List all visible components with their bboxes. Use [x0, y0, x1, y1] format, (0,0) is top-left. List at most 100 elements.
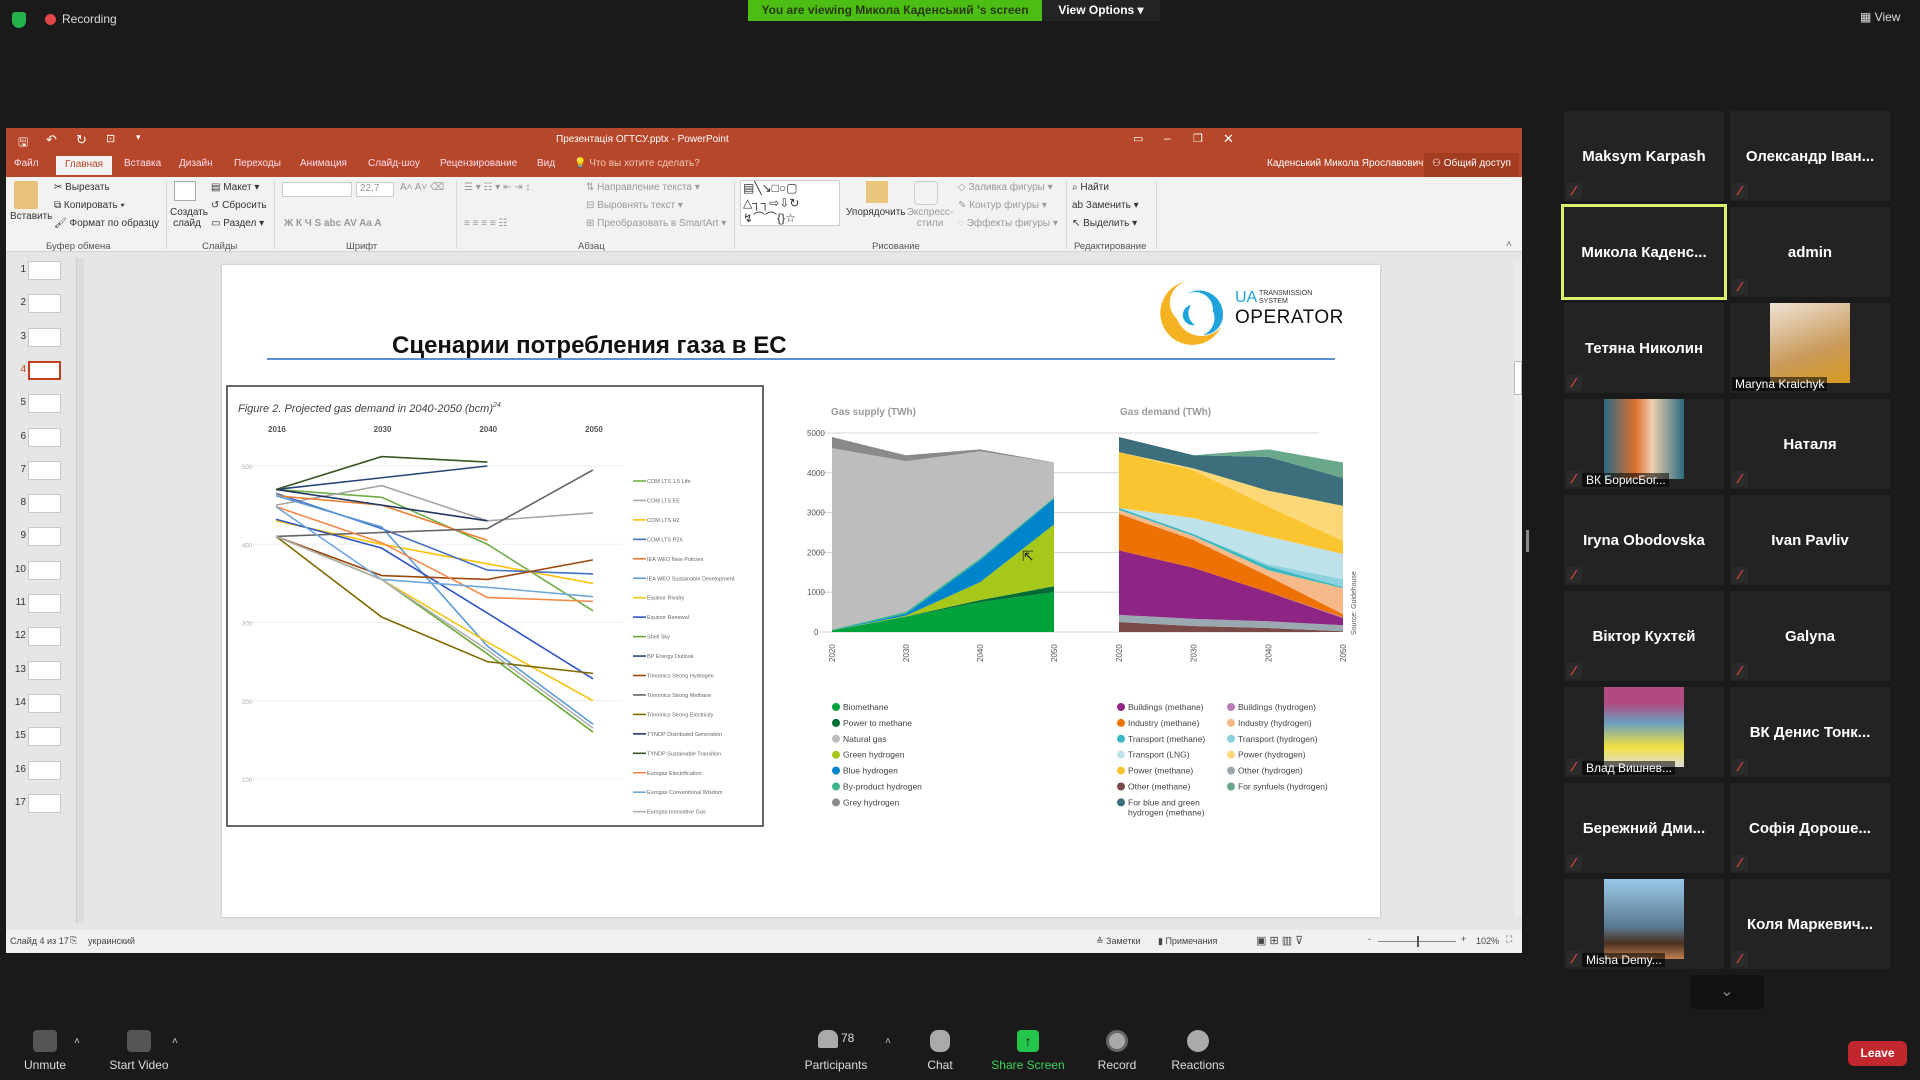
participant-tile[interactable]: Galyna ⁄ — [1730, 591, 1890, 681]
thumbnails-scrollbar[interactable] — [76, 258, 84, 923]
close-icon[interactable]: ✕ — [1223, 131, 1234, 147]
participant-tile[interactable]: Влад Вишнев... ⁄ — [1564, 687, 1724, 777]
paste-button[interactable]: Вставить — [10, 211, 52, 222]
participants-button[interactable]: 78 Participants — [800, 1030, 872, 1072]
tab-view[interactable]: Вид — [537, 158, 555, 169]
arrange-icon[interactable] — [866, 181, 888, 203]
save-icon[interactable]: 🖫 — [18, 133, 28, 154]
participant-tile[interactable]: Iryna Obodovska ⁄ — [1564, 495, 1724, 585]
tab-transitions[interactable]: Переходы — [234, 158, 281, 169]
slide-thumbnail[interactable] — [28, 494, 61, 514]
cut-button[interactable]: ✂ Вырезать — [54, 182, 110, 193]
participant-tile[interactable]: Олександр Іван... ⁄ — [1730, 111, 1890, 201]
share-screen-button[interactable]: ↑ Share Screen — [990, 1030, 1066, 1072]
slide-thumbnail[interactable] — [28, 793, 61, 813]
slide-thumbnail[interactable] — [28, 660, 61, 680]
view-button[interactable]: ▦ View — [1860, 10, 1900, 24]
notes-button[interactable]: ≙ Заметки — [1096, 936, 1140, 947]
participant-tile[interactable]: admin ⁄ — [1730, 207, 1890, 297]
spellcheck-icon[interactable]: ⎘ — [70, 935, 77, 946]
view-options-button[interactable]: View Options ▾ — [1042, 0, 1160, 21]
participant-tile[interactable]: ВК Денис Тонк... ⁄ — [1730, 687, 1890, 777]
view-mode-icons[interactable]: ▣ ⊞ ▥ ⊽ — [1256, 934, 1303, 947]
vertical-scrollbar[interactable] — [1514, 261, 1522, 916]
slide-thumbnail[interactable] — [28, 427, 61, 447]
participant-tile[interactable]: Микола Каденс... — [1561, 204, 1727, 300]
font-size-input[interactable]: 22,7 — [356, 182, 394, 197]
slide-thumbnail[interactable] — [28, 294, 61, 314]
collapse-ribbon-icon[interactable]: ˄ — [1506, 239, 1512, 250]
shape-effects-button[interactable]: ◌ Эффекты фигуры ▾ — [958, 218, 1058, 229]
zoom-slider[interactable] — [1378, 936, 1456, 947]
fit-slide-icon[interactable]: ⛶ — [1506, 934, 1512, 945]
redo-icon[interactable]: ↻ — [76, 132, 87, 148]
new-slide-icon[interactable] — [174, 181, 196, 201]
tab-file[interactable]: Файл — [14, 158, 39, 169]
slide-thumbnail[interactable] — [28, 360, 61, 380]
participant-tile[interactable]: Maksym Karpash ⁄ — [1564, 111, 1724, 201]
recording-indicator[interactable]: Recording — [45, 12, 117, 26]
participants-caret[interactable]: ˄ — [885, 1036, 891, 1047]
gallery-next-page-button[interactable]: ⌄ — [1690, 975, 1764, 1009]
tab-slideshow[interactable]: Слайд-шоу — [368, 158, 420, 169]
quick-styles-button[interactable]: Экспресс-стили — [906, 207, 954, 229]
zoom-out-icon[interactable]: - — [1368, 934, 1371, 944]
section-button[interactable]: ▭ Раздел ▾ — [211, 218, 264, 229]
select-button[interactable]: ↖ Выделить ▾ — [1072, 218, 1137, 229]
participant-tile[interactable]: Наталя ⁄ — [1730, 399, 1890, 489]
shape-fill-button[interactable]: ◇ Заливка фигуры ▾ — [958, 182, 1053, 193]
scrollbar-thumb[interactable] — [1514, 361, 1522, 395]
font-grow-shrink-icons[interactable]: A˄ A˅ ⌫ — [400, 182, 444, 193]
zoom-level[interactable]: 102% — [1476, 936, 1499, 946]
customize-toolbar-icon[interactable]: ▾ — [136, 132, 141, 143]
slide-thumbnail[interactable] — [28, 727, 61, 747]
font-name-input[interactable] — [282, 182, 352, 197]
find-button[interactable]: ⌕ Найти — [1072, 182, 1109, 193]
reset-button[interactable]: ↺ Сбросить — [211, 200, 267, 211]
smartart-button[interactable]: ⊞ Преобразовать в SmartArt ▾ — [586, 218, 726, 229]
shape-outline-button[interactable]: ✎ Контур фигуры ▾ — [958, 200, 1047, 211]
slide-thumbnail[interactable] — [28, 460, 61, 480]
unmute-button[interactable]: Unmute — [22, 1030, 68, 1072]
participant-tile[interactable]: Бережний Дми... ⁄ — [1564, 783, 1724, 873]
participant-tile[interactable]: Maryna Kraichyk — [1730, 303, 1890, 393]
tab-home[interactable]: Главная — [56, 156, 113, 175]
slide-thumbnail[interactable] — [28, 527, 61, 547]
align-text-button[interactable]: ⊟ Выровнять текст ▾ — [586, 200, 683, 211]
tab-design[interactable]: Дизайн — [179, 158, 213, 169]
start-video-button[interactable]: Start Video — [106, 1030, 172, 1072]
slideshow-from-start-icon[interactable]: ⊡ — [106, 132, 115, 145]
slide[interactable]: Сценарии потребления газа в ЕС UA TRANSM… — [222, 265, 1380, 917]
minimize-icon[interactable]: – — [1164, 131, 1171, 145]
text-direction-button[interactable]: ⇅ Направление текста ▾ — [586, 182, 700, 193]
reactions-button[interactable]: Reactions — [1170, 1030, 1226, 1072]
slide-thumbnail[interactable] — [28, 327, 61, 347]
shapes-gallery[interactable]: ▤╲↘□○▢ △┐┐⇨⇩↻ ↯⌒⌒{}☆ — [740, 180, 840, 226]
participant-tile[interactable]: Софія Дороше... ⁄ — [1730, 783, 1890, 873]
arrange-button[interactable]: Упорядочить — [846, 207, 906, 218]
copy-button[interactable]: ⧉ Копировать ▾ — [54, 200, 125, 211]
participant-tile[interactable]: Ivan Pavliv ⁄ — [1730, 495, 1890, 585]
tab-insert[interactable]: Вставка — [124, 158, 161, 169]
slide-thumbnail[interactable] — [28, 394, 61, 414]
audio-options-caret[interactable]: ˄ — [74, 1036, 80, 1047]
chat-button[interactable]: Chat — [920, 1030, 960, 1072]
slide-thumbnail[interactable] — [28, 760, 61, 780]
undo-icon[interactable]: ↶ — [46, 132, 57, 148]
ribbon-display-icon[interactable]: ▭ — [1133, 132, 1143, 145]
participant-tile[interactable]: Віктор Кухтєй ⁄ — [1564, 591, 1724, 681]
record-button[interactable]: Record — [1092, 1030, 1142, 1072]
font-format-icons[interactable]: Ж К Ч S abc AV Aa A — [284, 218, 382, 229]
zoom-slider-thumb[interactable] — [1417, 936, 1419, 947]
tab-review[interactable]: Рецензирование — [440, 158, 517, 169]
new-slide-button[interactable]: Создать слайд — [170, 207, 208, 229]
share-button[interactable]: ⚇ Общий доступ — [1424, 153, 1519, 177]
format-painter-button[interactable]: 🖌 Формат по образцу — [54, 218, 159, 229]
align-icons[interactable]: ≡ ≡ ≡ ≡ ☷ — [464, 218, 507, 229]
replace-button[interactable]: ab Заменить ▾ — [1072, 200, 1139, 211]
language-indicator[interactable]: украинский — [88, 936, 135, 946]
comments-button[interactable]: ▮ Примечания — [1158, 936, 1217, 947]
quick-styles-icon[interactable] — [914, 181, 938, 205]
slide-thumbnail[interactable] — [28, 627, 61, 647]
zoom-in-icon[interactable]: + — [1461, 934, 1466, 944]
